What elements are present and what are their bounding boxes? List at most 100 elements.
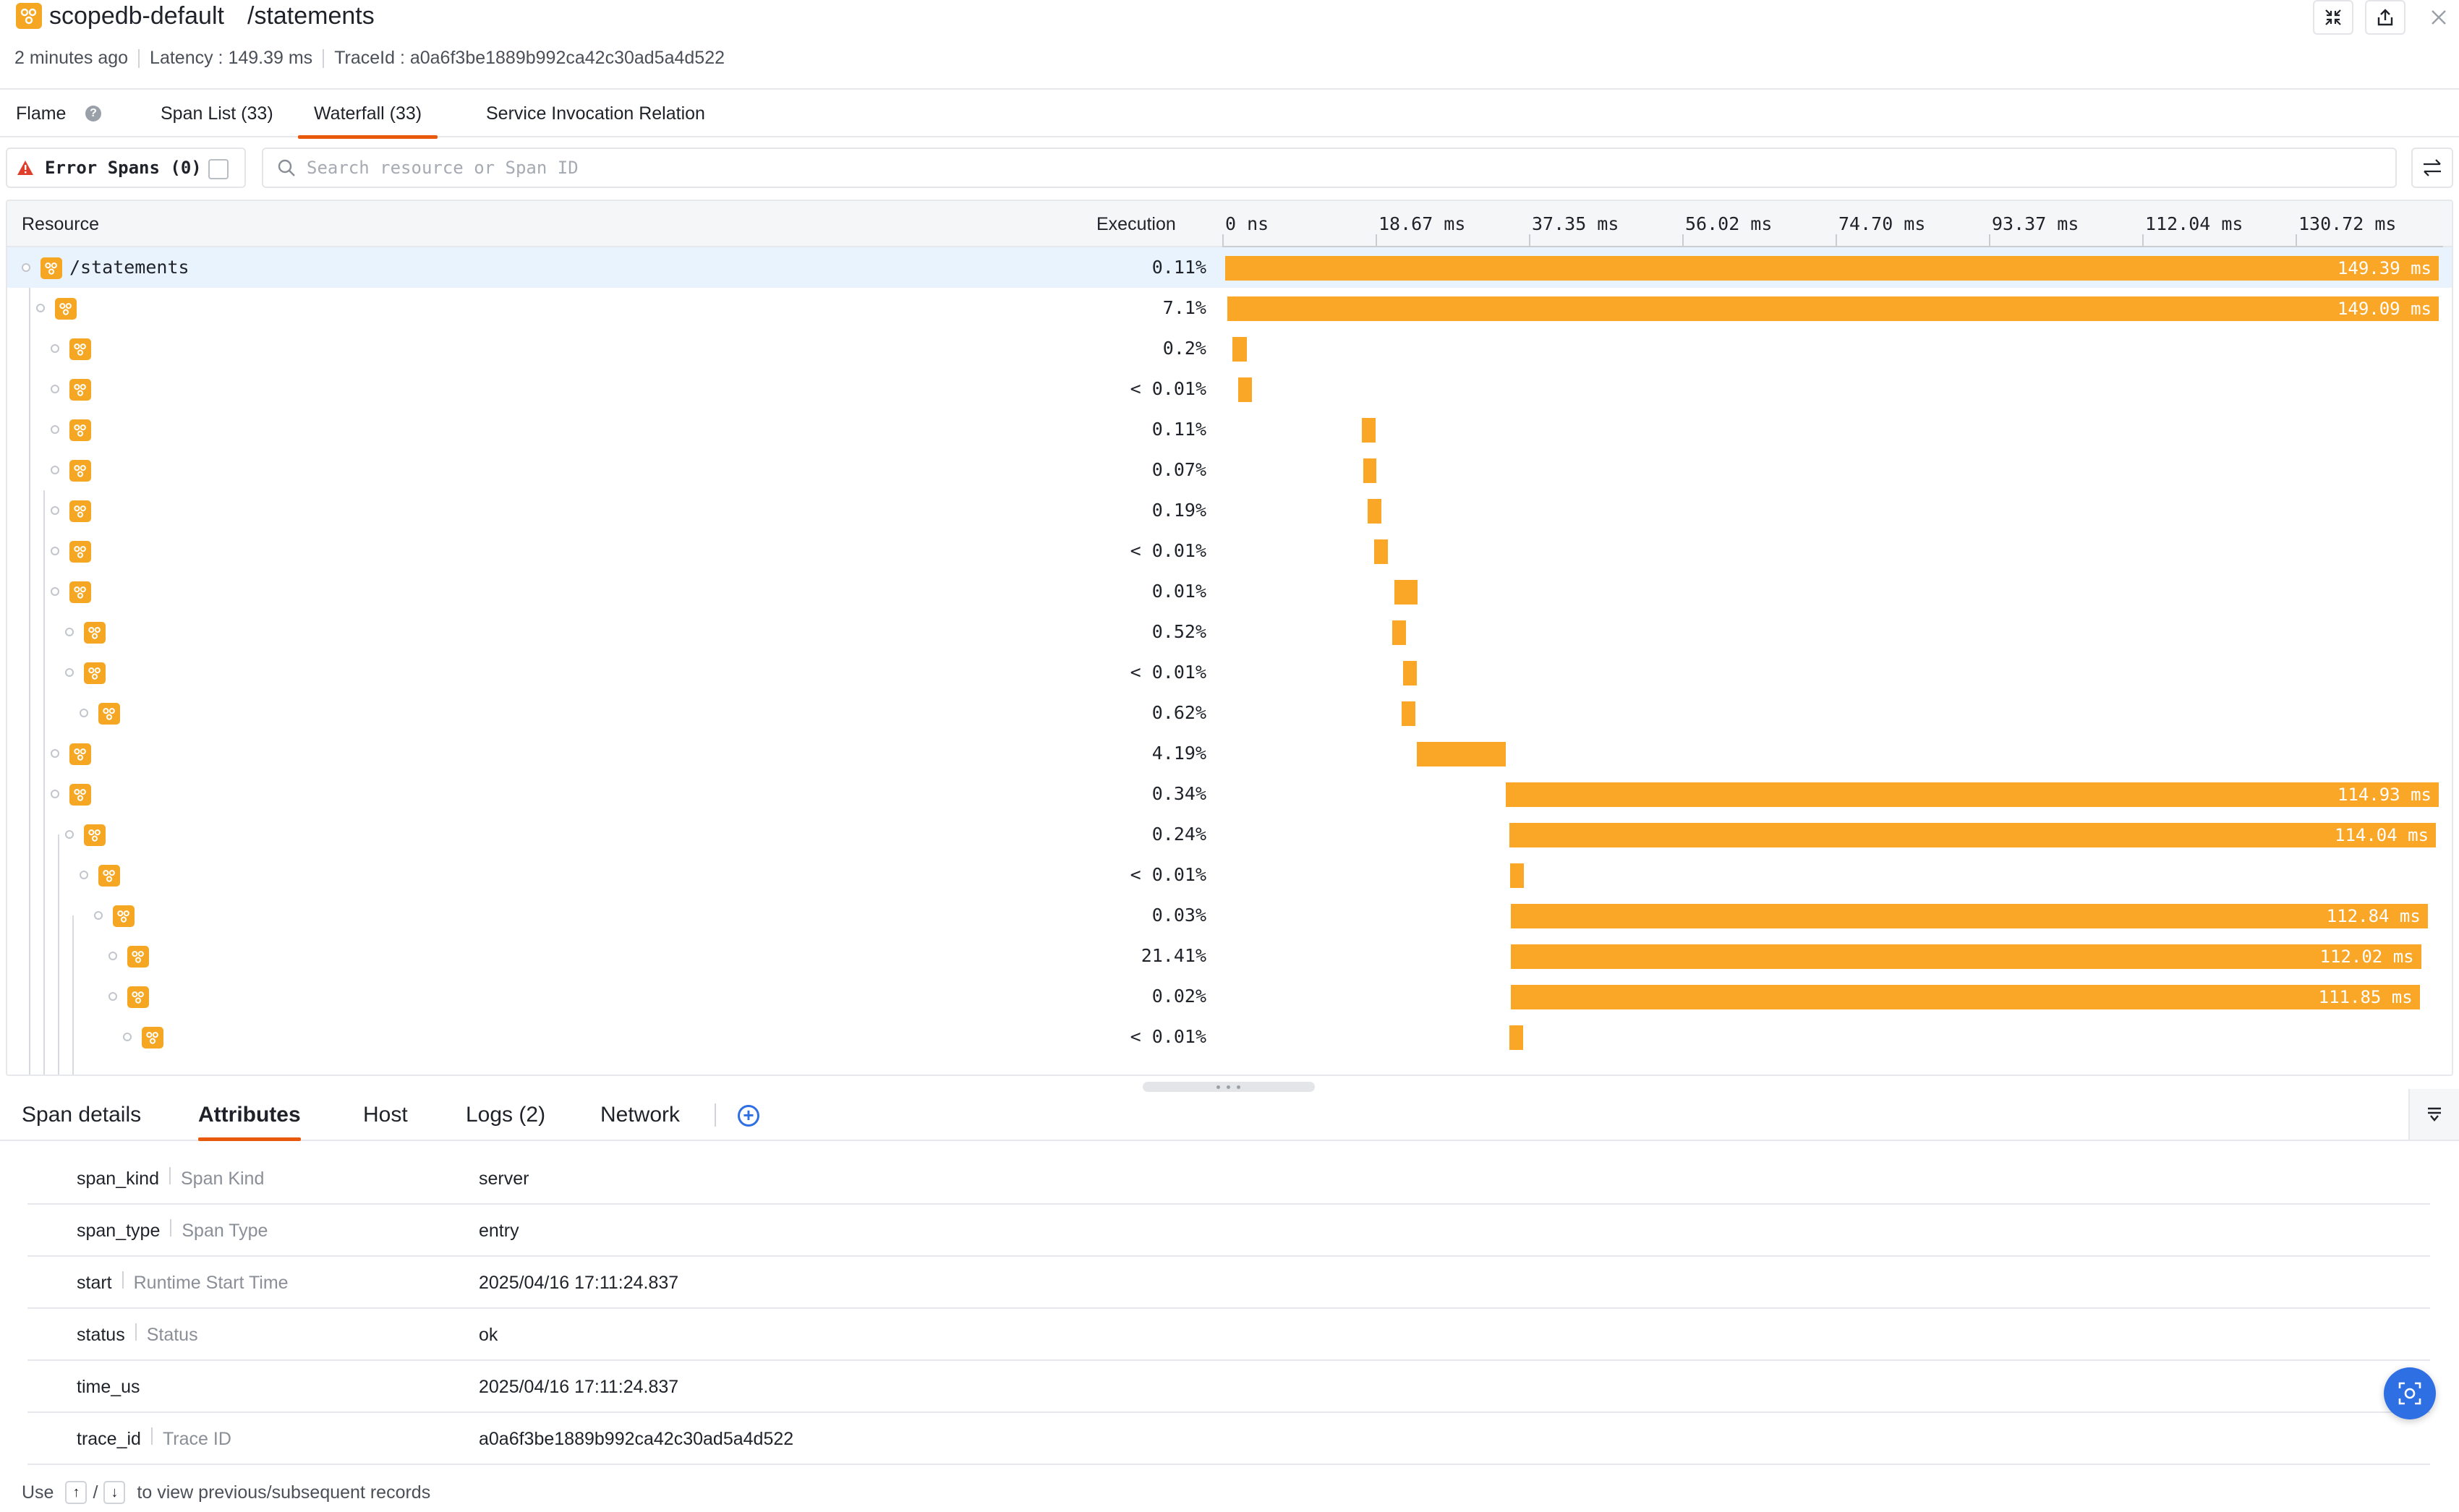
- span-duration-bar[interactable]: [1401, 701, 1415, 726]
- span-row[interactable]: 0.62%: [7, 693, 2452, 733]
- tab-service-invocation[interactable]: Service Invocation Relation: [470, 90, 721, 137]
- span-duration-bar[interactable]: [1361, 418, 1376, 443]
- span-row[interactable]: < 0.01%: [7, 531, 2452, 571]
- service-logo-icon: [16, 3, 42, 29]
- tree-node-toggle[interactable]: [51, 506, 59, 515]
- span-duration-bar[interactable]: [1417, 742, 1506, 766]
- span-row[interactable]: 4.19%: [7, 733, 2452, 774]
- warning-icon: [17, 161, 33, 175]
- close-button[interactable]: [2423, 1, 2455, 33]
- span-duration-bar[interactable]: [1509, 1025, 1524, 1050]
- tree-node-toggle[interactable]: [51, 425, 59, 434]
- collapse-panel-button[interactable]: [2408, 1089, 2459, 1140]
- tree-node-toggle[interactable]: [51, 466, 59, 474]
- span-row[interactable]: /statements 0.11% 149.39 ms: [7, 247, 2452, 288]
- span-duration-bar[interactable]: 112.02 ms: [1511, 944, 2421, 969]
- span-row[interactable]: < 0.01%: [7, 855, 2452, 895]
- share-button[interactable]: [2365, 0, 2405, 35]
- tree-node-toggle[interactable]: [65, 830, 74, 839]
- span-row[interactable]: < 0.01%: [7, 1017, 2452, 1057]
- span-duration-bar[interactable]: [1363, 458, 1376, 483]
- tree-node-toggle[interactable]: [51, 587, 59, 596]
- span-rows: /statements 0.11% 149.39 ms 7.1% 149.09 ms 0.…: [7, 247, 2452, 1075]
- tree-node-toggle[interactable]: [108, 952, 117, 960]
- tree-node-toggle[interactable]: [94, 911, 103, 920]
- tab-logs[interactable]: Logs (2): [466, 1089, 545, 1141]
- span-duration-bar[interactable]: 149.39 ms: [1225, 256, 2439, 281]
- span-duration-bar[interactable]: [1402, 661, 1418, 685]
- tree-node-toggle[interactable]: [51, 385, 59, 393]
- span-row[interactable]: 0.11%: [7, 409, 2452, 450]
- tab-span-list[interactable]: Span List (33): [145, 90, 289, 137]
- span-duration-bar[interactable]: 149.09 ms: [1227, 296, 2439, 321]
- error-spans-filter[interactable]: Error Spans (0): [6, 148, 246, 188]
- span-duration-bar[interactable]: 112.84 ms: [1511, 904, 2428, 928]
- attribute-value[interactable]: 2025/04/16 17:11:24.837: [479, 1257, 678, 1309]
- span-row[interactable]: < 0.01%: [7, 369, 2452, 409]
- add-tab-plus-icon[interactable]: +: [738, 1105, 759, 1127]
- execution-percent: 4.19%: [1151, 743, 1206, 764]
- span-duration-bar[interactable]: [1373, 539, 1388, 564]
- service-icon: [69, 460, 91, 482]
- tree-node-toggle[interactable]: [80, 871, 88, 879]
- tab-host[interactable]: Host: [363, 1089, 408, 1141]
- attribute-value[interactable]: server: [479, 1153, 529, 1205]
- tree-node-toggle[interactable]: [65, 668, 74, 677]
- help-icon[interactable]: ?: [85, 106, 101, 121]
- span-duration-bar[interactable]: [1237, 377, 1253, 402]
- span-duration-bar[interactable]: [1392, 620, 1407, 645]
- attribute-value[interactable]: ok: [479, 1309, 498, 1361]
- span-row[interactable]: 7.1% 149.09 ms: [7, 288, 2452, 328]
- span-row[interactable]: < 0.01%: [7, 652, 2452, 693]
- span-duration-bar[interactable]: [1232, 337, 1248, 362]
- tab-attributes[interactable]: Attributes: [198, 1089, 301, 1141]
- span-duration-bar[interactable]: [1394, 580, 1418, 605]
- tab-network[interactable]: Network: [600, 1089, 680, 1141]
- service-icon: [113, 905, 135, 927]
- span-row[interactable]: 21.41% 112.02 ms: [7, 936, 2452, 976]
- tree-node-toggle[interactable]: [80, 709, 88, 717]
- tab-flame[interactable]: Flame: [0, 90, 82, 137]
- error-spans-checkbox[interactable]: [208, 159, 229, 179]
- screenshot-capture-button[interactable]: [2384, 1367, 2436, 1419]
- search-input[interactable]: [307, 158, 2332, 178]
- attribute-value[interactable]: entry: [479, 1205, 519, 1257]
- attribute-value[interactable]: 2025/04/16 17:11:24.837: [479, 1361, 678, 1413]
- span-duration-bar[interactable]: 114.93 ms: [1505, 782, 2439, 807]
- tab-span-details[interactable]: Span details: [22, 1089, 141, 1141]
- fullscreen-button[interactable]: [2313, 0, 2353, 35]
- filter-bar: Error Spans (0): [0, 146, 2459, 189]
- span-row[interactable]: 0.03% 112.84 ms: [7, 895, 2452, 936]
- span-row[interactable]: 0.2%: [7, 328, 2452, 369]
- tree-node-toggle[interactable]: [51, 749, 59, 758]
- tree-node-toggle[interactable]: [51, 547, 59, 555]
- service-icon: [127, 946, 149, 968]
- span-duration-bar[interactable]: 111.85 ms: [1511, 985, 2420, 1009]
- attribute-value[interactable]: a0a6f3be1889b992ca42c30ad5a4d522: [479, 1413, 793, 1465]
- span-duration-bar[interactable]: 114.04 ms: [1509, 823, 2437, 847]
- tree-node-toggle[interactable]: [108, 992, 117, 1001]
- tree-node-toggle[interactable]: [22, 263, 30, 272]
- span-row[interactable]: 0.24% 114.04 ms: [7, 814, 2452, 855]
- duration-label: 114.93 ms: [2337, 785, 2432, 805]
- attribute-key: status: [77, 1325, 125, 1345]
- span-row[interactable]: 0.19%: [7, 490, 2452, 531]
- tree-node-toggle[interactable]: [36, 304, 45, 312]
- span-row[interactable]: 0.34% 114.93 ms: [7, 774, 2452, 814]
- span-row[interactable]: 0.01%: [7, 571, 2452, 612]
- column-settings-button[interactable]: [2411, 148, 2453, 188]
- collapse-arrows-icon: [2325, 9, 2341, 25]
- span-row[interactable]: 0.52%: [7, 612, 2452, 652]
- span-duration-bar[interactable]: [1510, 863, 1525, 888]
- tree-node-toggle[interactable]: [123, 1033, 132, 1041]
- tab-waterfall[interactable]: Waterfall (33): [298, 90, 438, 139]
- search-box[interactable]: [262, 148, 2397, 188]
- tree-node-toggle[interactable]: [65, 628, 74, 636]
- span-row[interactable]: 0.07%: [7, 450, 2452, 490]
- tree-node-toggle[interactable]: [51, 344, 59, 353]
- span-row[interactable]: 0.02% 111.85 ms: [7, 976, 2452, 1017]
- axis-tick-label: 93.37 ms: [1992, 213, 2079, 234]
- tree-node-toggle[interactable]: [51, 790, 59, 798]
- span-duration-bar[interactable]: [1367, 499, 1381, 524]
- duration-label: 149.39 ms: [2337, 258, 2432, 278]
